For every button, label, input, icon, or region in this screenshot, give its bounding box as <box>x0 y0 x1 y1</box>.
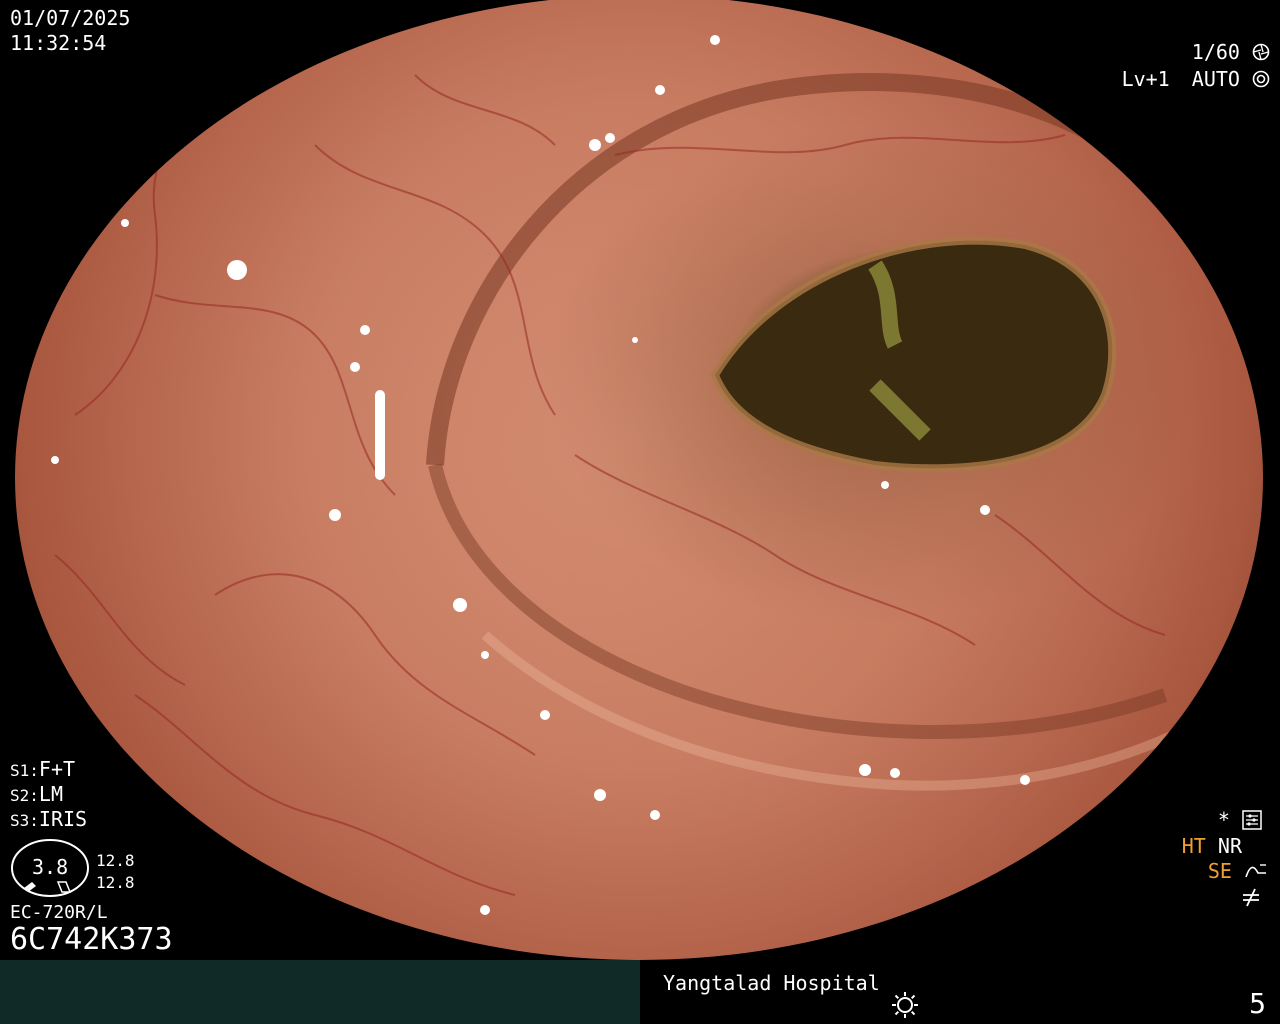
setting-s2-value: LM <box>38 782 63 806</box>
level-value: Lv+1 <box>1121 67 1170 91</box>
endoscopic-view <box>15 0 1263 960</box>
setting-s1: S1:F+T <box>10 757 75 783</box>
auto-value: AUTO <box>1191 67 1240 91</box>
gauge-bottom-value: 12.8 <box>96 873 135 892</box>
setting-s3-label: S3: <box>10 811 39 830</box>
date-label: 01/07/2025 <box>10 6 131 30</box>
hospital-name: Yangtalad Hospital <box>663 971 880 995</box>
iris-icon <box>1252 70 1270 88</box>
aperture-icon <box>1252 43 1270 61</box>
se-label: SE <box>1207 859 1232 883</box>
curve-icon <box>1245 864 1266 878</box>
se-indicator: SE <box>1208 859 1268 884</box>
setting-s1-label: S1: <box>10 761 39 780</box>
footer-number: 5 <box>1249 987 1266 1020</box>
gauge-center-value: 3.8 <box>32 855 69 879</box>
enhancement-indicator: HT NR <box>1182 834 1242 859</box>
setting-s1-value: F+T <box>38 757 76 781</box>
brightness-icon <box>892 992 918 1018</box>
shutter-indicator: 1/60 <box>1192 40 1270 65</box>
footer-bar: Yangtalad Hospital 5 <box>0 960 1280 1024</box>
setting-s3: S3:IRIS <box>10 807 87 833</box>
star-indicator: * <box>1218 808 1262 833</box>
scope-serial: 6C742K373 <box>10 922 173 957</box>
footer-info-panel: Yangtalad Hospital 5 <box>640 960 1280 1024</box>
setting-s2-label: S2: <box>10 786 39 805</box>
setting-s2: S2:LM <box>10 782 63 808</box>
nr-label: NR <box>1217 834 1242 858</box>
shutter-value: 1/60 <box>1191 40 1240 64</box>
not-equal-icon <box>1243 888 1259 907</box>
mucosa-illustration <box>51 35 1224 915</box>
ht-label: HT <box>1181 834 1206 858</box>
level-indicator: Lv+1 AUTO <box>1122 67 1270 92</box>
time-label: 11:32:54 <box>10 31 107 55</box>
settings-sliders-icon <box>1242 810 1262 830</box>
setting-s3-value: IRIS <box>38 807 88 831</box>
star-mark: * <box>1217 808 1230 832</box>
